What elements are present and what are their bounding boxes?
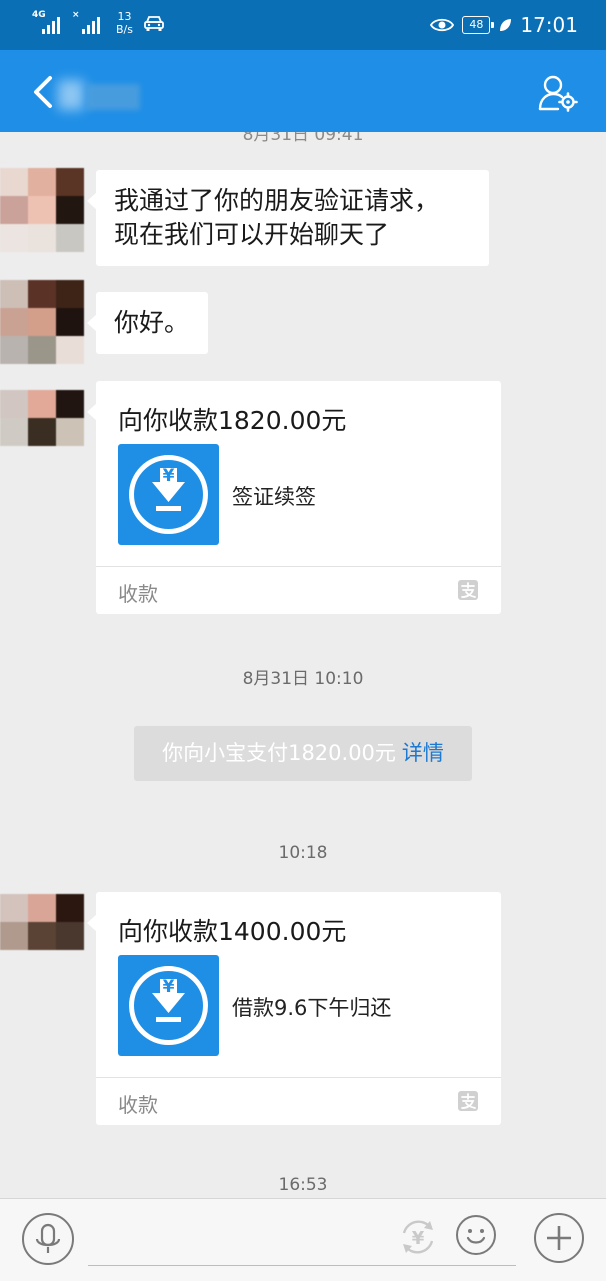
message-bubble[interactable]: 你好。 — [87, 292, 208, 354]
system-message-text: 你向小宝支付1820.00元 — [162, 741, 396, 765]
payment-request-card[interactable]: 向你收款1400.00元 ¥ 借款9.6下午归还 收款 — [87, 892, 501, 1125]
payment-amount: 向你收款1820.00元 — [118, 406, 347, 435]
payment-amount: 向你收款1400.00元 — [118, 917, 347, 946]
clock: 17:01 — [520, 13, 578, 37]
timestamp-partial: 8月31日 09:41 — [242, 132, 364, 145]
contact-name-blurred-edge — [58, 80, 84, 110]
alipay-logo-icon — [458, 1091, 478, 1111]
message-text-line: 我通过了你的朋友验证请求， — [114, 186, 440, 215]
network-speed: 13 B/s — [116, 10, 133, 36]
message-bubble[interactable]: 我通过了你的朋友验证请求， 现在我们可以开始聊天了 — [87, 170, 489, 266]
voice-button[interactable] — [22, 1213, 74, 1265]
emoji-icon — [466, 1229, 486, 1244]
chat-area[interactable]: 8月31日 09:41 我通过了你的朋友验证请求， 现在我们可以开始聊天了 你好… — [0, 132, 606, 1198]
card-divider — [96, 566, 501, 567]
message-text-line: 现在我们可以开始聊天了 — [114, 220, 390, 249]
transfer-yuan-icon: ¥ — [402, 1220, 434, 1254]
message-text: 你好。 — [114, 308, 190, 337]
signal-2-icon: × — [72, 10, 102, 34]
card-footer-label: 收款 — [118, 582, 158, 606]
signal-icon: 4G — [32, 10, 62, 34]
microphone-icon — [35, 1223, 61, 1253]
payment-request-card[interactable]: 向你收款1820.00元 ¥ 签证续签 收款 — [87, 381, 501, 614]
details-link[interactable]: 详情 — [402, 741, 444, 765]
alipay-logo-icon — [458, 580, 478, 600]
card-footer-label: 收款 — [118, 1093, 158, 1117]
plus-icon — [547, 1226, 571, 1250]
emoji-button[interactable] — [456, 1215, 496, 1255]
title-bar — [0, 50, 606, 132]
system-message: 你向小宝支付1820.00元 详情 — [134, 726, 472, 781]
payment-note: 签证续签 — [232, 485, 316, 509]
svg-text:¥: ¥ — [412, 1228, 425, 1249]
eye-icon — [430, 18, 455, 32]
timestamp: 8月31日 10:10 — [242, 669, 364, 689]
timestamp: 10:18 — [278, 843, 328, 863]
timestamp: 16:53 — [278, 1175, 328, 1195]
contact-avatar[interactable] — [0, 390, 84, 446]
contact-avatar[interactable] — [0, 168, 84, 252]
receive-money-icon: ¥ — [118, 955, 219, 1056]
car-icon — [144, 16, 164, 31]
svg-text:¥: ¥ — [163, 466, 175, 486]
contact-name-blurred — [86, 84, 140, 110]
contact-avatar[interactable] — [0, 894, 84, 950]
payment-note: 借款9.6下午归还 — [232, 996, 392, 1020]
contact-avatar[interactable] — [0, 280, 84, 364]
transfer-button[interactable]: ¥ — [396, 1215, 440, 1259]
battery-level: 48 — [469, 18, 484, 31]
input-bar: ¥ — [0, 1198, 606, 1281]
card-divider — [96, 1077, 501, 1078]
receive-money-icon: ¥ — [118, 444, 219, 545]
more-button[interactable] — [534, 1213, 584, 1263]
message-input[interactable] — [88, 1209, 516, 1266]
network-speed-value: 13 — [117, 10, 132, 23]
user-settings-icon — [538, 75, 578, 112]
leaf-icon — [500, 19, 512, 31]
contact-settings-button[interactable] — [538, 74, 578, 112]
network-speed-unit: B/s — [116, 23, 133, 36]
svg-text:¥: ¥ — [163, 977, 175, 997]
status-bar: 4G × 13 B/s 48 17:01 — [0, 0, 606, 50]
battery-icon: 48 — [462, 16, 495, 34]
